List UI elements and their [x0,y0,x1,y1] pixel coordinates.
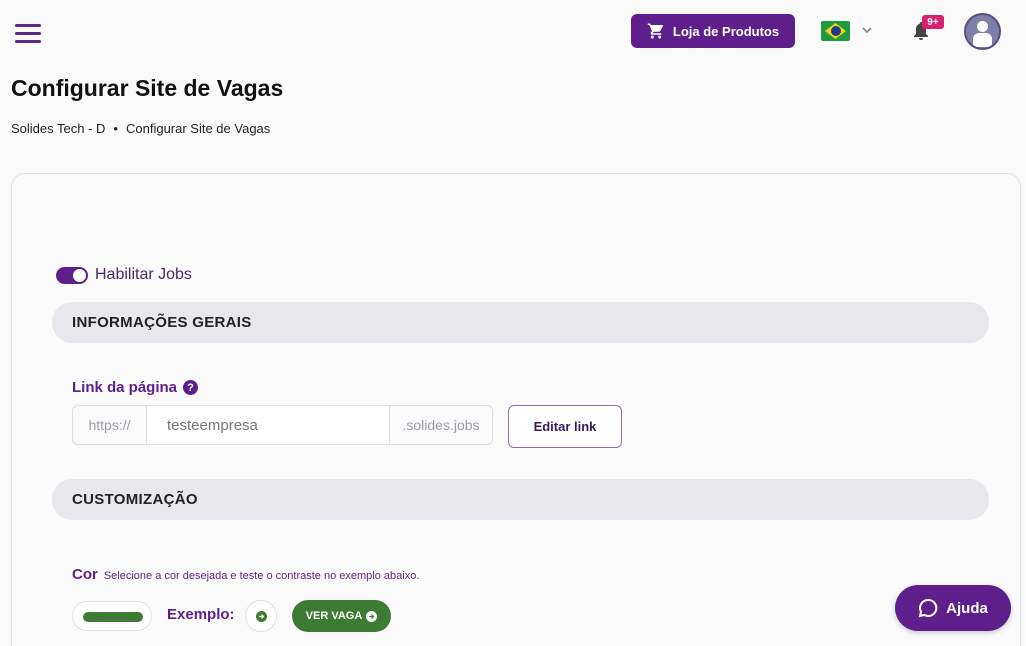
color-swatch [83,612,143,622]
view-job-example-button[interactable]: VER VAGA [292,600,391,632]
arrow-right-icon [366,610,378,622]
help-icon[interactable]: ? [183,380,199,395]
breadcrumb: Solides Tech - D • Configurar Site de Va… [11,121,270,136]
arrow-right-icon [255,610,267,622]
link-suffix: .solides.jobs [390,405,493,445]
chat-bubble-icon [918,598,938,618]
store-button[interactable]: Loja de Produtos [631,14,795,48]
section-general-info: INFORMAÇÕES GERAIS [52,302,989,343]
color-label-text: Cor [72,566,98,583]
color-label: Cor Selecione a cor desejada e teste o c… [72,566,419,583]
color-hint: Selecione a cor desejada e teste o contr… [103,570,420,582]
chevron-down-icon[interactable] [861,24,873,36]
cart-icon [647,23,663,39]
brazil-flag-icon[interactable] [821,21,850,41]
hamburger-icon[interactable] [15,24,41,44]
help-label: Ajuda [946,599,988,617]
page-link-label-text: Link da página [72,379,178,396]
enable-jobs-label: Habilitar Jobs [95,266,192,283]
help-chat-button[interactable]: Ajuda [895,585,1011,631]
breadcrumb-company[interactable]: Solides Tech - D [11,121,105,136]
link-slug-input[interactable] [146,405,390,445]
store-button-label: Loja de Produtos [672,23,780,39]
page-title: Configurar Site de Vagas [11,75,284,101]
enable-jobs-toggle[interactable] [56,267,88,284]
user-avatar-icon[interactable] [964,13,1001,50]
breadcrumb-separator: • [113,121,118,136]
example-arrow-button[interactable] [245,600,277,632]
breadcrumb-current: Configurar Site de Vagas [125,121,271,136]
example-label: Exemplo: [167,606,235,623]
edit-link-button[interactable]: Editar link [508,405,622,448]
page-link-field: https:// .solides.jobs [72,405,493,445]
view-job-label: VER VAGA [305,610,363,622]
notification-badge: 9+ [922,15,944,29]
link-prefix: https:// [72,405,146,445]
color-picker[interactable] [72,601,152,631]
page-link-label: Link da página ? [72,379,199,396]
section-customization: CUSTOMIZAÇÃO [52,479,989,520]
top-bar: Loja de Produtos 9+ [0,0,1026,64]
